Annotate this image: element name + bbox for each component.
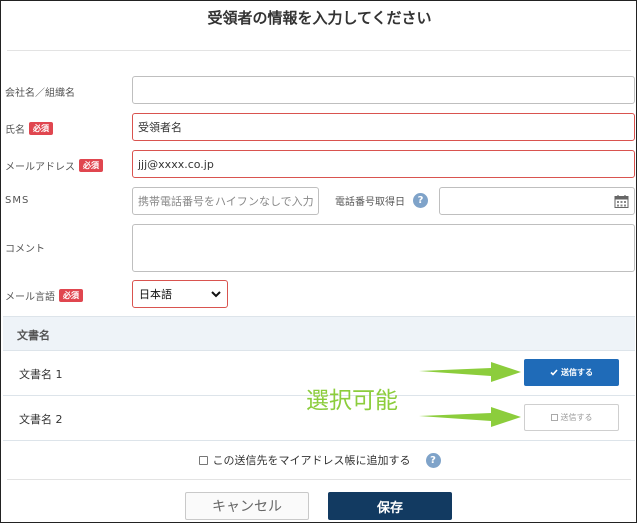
mail-language-select[interactable]: 日本語 bbox=[132, 280, 228, 308]
phone-date-label-text: 電話番号取得日 bbox=[335, 197, 405, 208]
calendar-icon[interactable] bbox=[614, 194, 629, 209]
required-badge: 必須 bbox=[79, 159, 103, 172]
comment-label: コメント bbox=[5, 240, 45, 255]
sms-label: SMS bbox=[5, 195, 29, 206]
name-label: 氏名 必須 bbox=[5, 121, 53, 136]
selectable-annotation: 選択可能 bbox=[306, 388, 398, 414]
company-label: 会社名／組織名 bbox=[5, 84, 75, 99]
required-badge: 必須 bbox=[59, 289, 83, 302]
send-button-label: 送信する bbox=[560, 413, 593, 422]
sms-label-text: SMS bbox=[5, 195, 30, 206]
send-button-label: 送信する bbox=[561, 368, 593, 377]
document-name: 文書名 1 bbox=[19, 368, 63, 381]
name-input[interactable]: 受領者名 bbox=[132, 113, 635, 141]
dialog: 受領者の情報を入力してください 会社名／組織名 氏名 必須 受領者名 メールアド… bbox=[0, 0, 637, 523]
title-divider bbox=[7, 50, 631, 51]
mail-language-label-text: メール言語 bbox=[5, 292, 55, 303]
send-button-document-2[interactable]: 送信する bbox=[524, 404, 619, 431]
company-label-text: 会社名／組織名 bbox=[5, 88, 75, 99]
email-label-text: メールアドレス bbox=[5, 162, 75, 173]
arrow-right-icon bbox=[419, 362, 521, 382]
phone-date-input[interactable] bbox=[439, 187, 635, 215]
arrow-right-icon bbox=[419, 407, 521, 427]
mail-language-label: メール言語 必須 bbox=[5, 288, 83, 303]
phone-date-label: 電話番号取得日 ? bbox=[335, 193, 428, 208]
company-input[interactable] bbox=[132, 76, 635, 104]
email-label: メールアドレス 必須 bbox=[5, 158, 103, 173]
help-icon[interactable]: ? bbox=[413, 193, 428, 208]
annotation-arrows bbox=[419, 362, 521, 427]
cancel-button[interactable]: キャンセル bbox=[185, 492, 309, 520]
send-button-document-1[interactable]: 送信する bbox=[524, 359, 619, 386]
comment-label-text: コメント bbox=[5, 244, 45, 255]
dialog-title: 受領者の情報を入力してください bbox=[207, 9, 432, 27]
chevron-down-icon bbox=[211, 290, 221, 297]
address-book-checkbox[interactable] bbox=[198, 455, 208, 465]
check-icon bbox=[550, 369, 558, 376]
sms-input[interactable]: 携帯電話番号をハイフンなしで入力く bbox=[132, 187, 319, 215]
comment-textarea[interactable] bbox=[132, 224, 635, 272]
document-name-header: 文書名 bbox=[17, 329, 50, 342]
name-label-text: 氏名 bbox=[5, 125, 25, 136]
document-name: 文書名 2 bbox=[19, 413, 63, 426]
footer-divider bbox=[7, 479, 631, 480]
help-icon[interactable]: ? bbox=[425, 452, 441, 468]
address-book-option[interactable]: この送信先をマイアドレス帳に追加する ? bbox=[1, 452, 637, 468]
address-book-label: この送信先をマイアドレス帳に追加する bbox=[212, 454, 411, 467]
required-badge: 必須 bbox=[29, 122, 53, 135]
email-input[interactable]: jjj@xxxx.co.jp bbox=[132, 150, 635, 178]
table-header: 文書名 bbox=[3, 317, 635, 351]
mail-language-value: 日本語 bbox=[139, 288, 172, 301]
save-button[interactable]: 保存 bbox=[328, 492, 452, 520]
checkbox-icon bbox=[550, 414, 558, 421]
sms-placeholder: 携帯電話番号をハイフンなしで入力く bbox=[138, 195, 313, 208]
